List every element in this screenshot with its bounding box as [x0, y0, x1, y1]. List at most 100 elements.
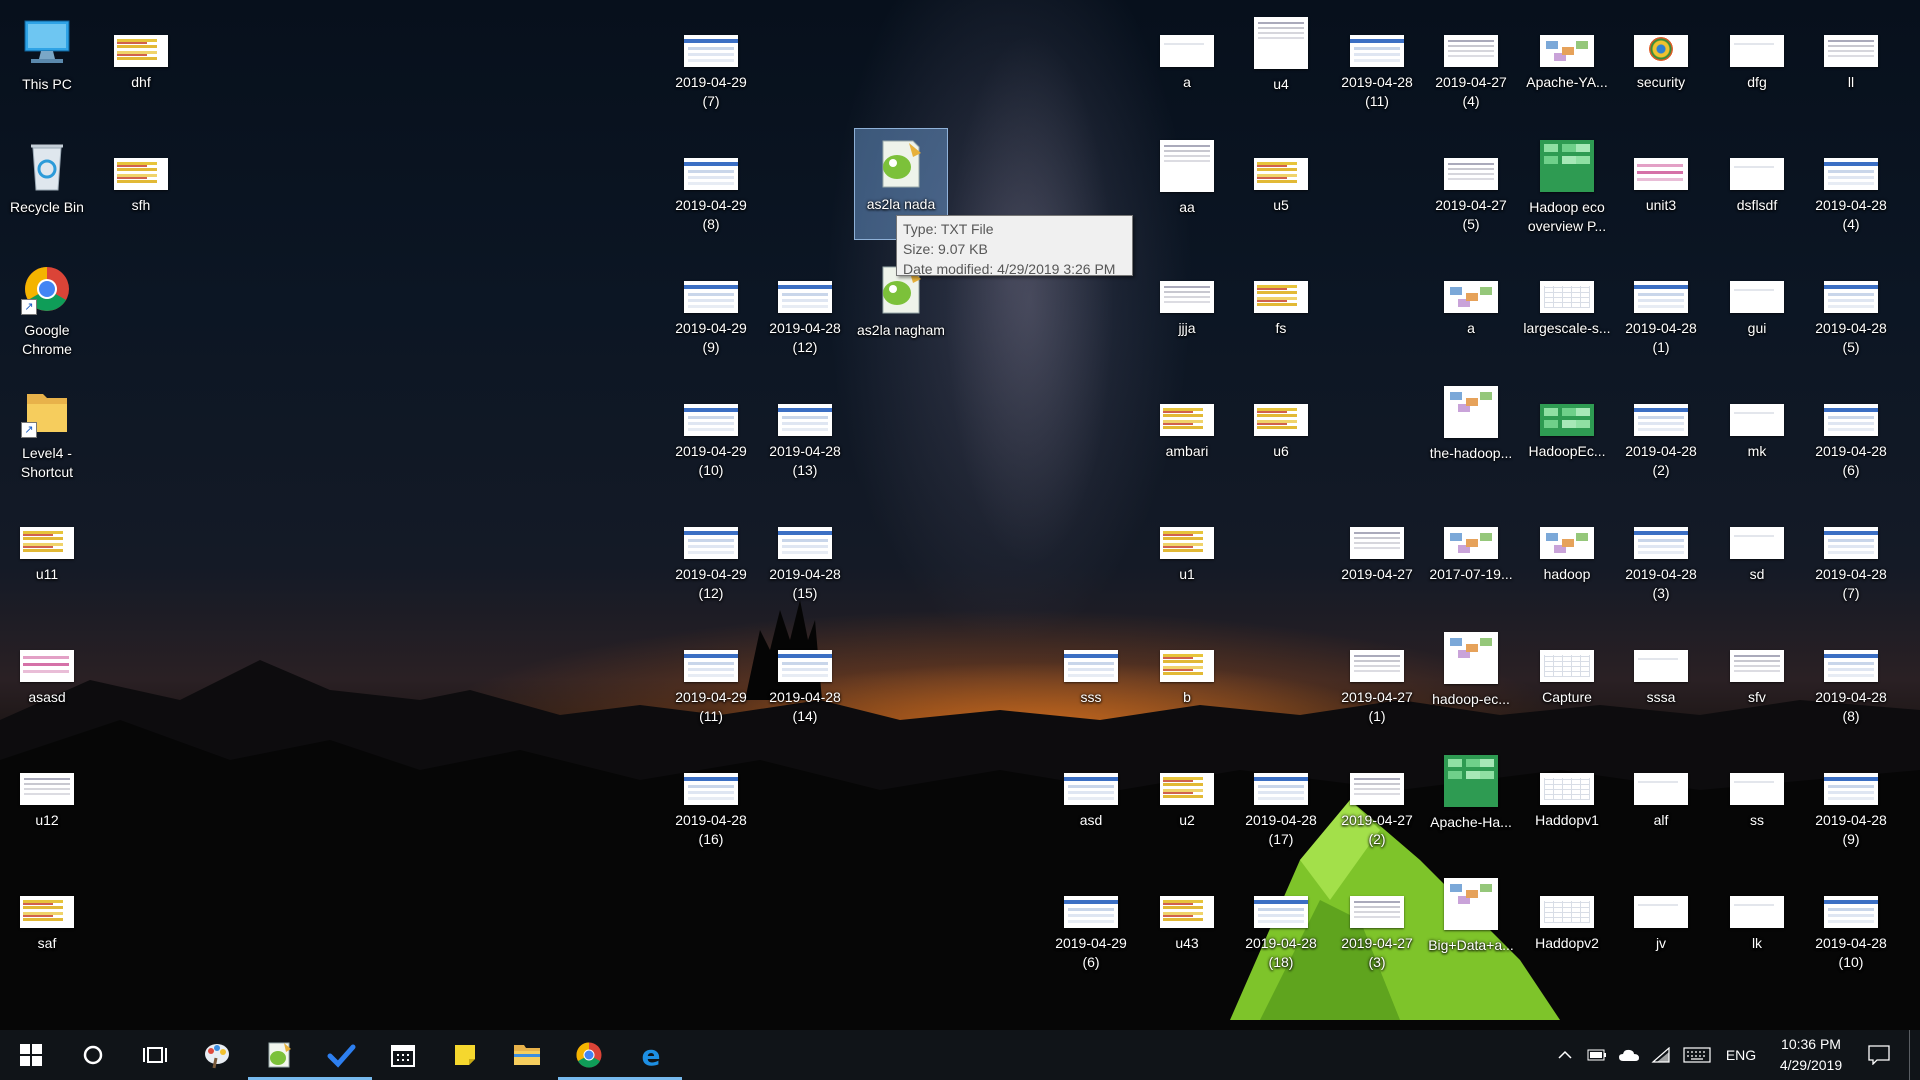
desktop-file-2019-04-28-14[interactable]: 2019-04-28 (14) [758, 623, 852, 735]
desktop-file-hadoopec[interactable]: HadoopEc... [1520, 377, 1614, 489]
show-hidden-icons-chevron-icon[interactable] [1549, 1030, 1581, 1080]
taskbar-file-explorer[interactable] [496, 1030, 558, 1080]
desktop-file-sss[interactable]: sss [1044, 623, 1138, 735]
desktop-file-u12[interactable]: u12 [0, 746, 94, 858]
desktop-file-2019-04-27-4[interactable]: 2019-04-27 (4) [1424, 8, 1518, 120]
desktop-file-2019-04-27[interactable]: 2019-04-27 [1330, 500, 1424, 612]
desktop-file-2019-04-29-7[interactable]: 2019-04-29 (7) [664, 8, 758, 120]
this-pc-icon[interactable]: This PC [0, 8, 94, 120]
desktop-file-2019-04-28-13[interactable]: 2019-04-28 (13) [758, 377, 852, 489]
desktop-file-saf[interactable]: saf [0, 869, 94, 981]
desktop[interactable]: This PC dhf Recycle Bin sfh ↗ Google Chr… [0, 0, 1920, 1030]
desktop-file-sssa[interactable]: sssa [1614, 623, 1708, 735]
desktop-file-aa[interactable]: aa [1140, 131, 1234, 243]
desktop-file-dsflsdf[interactable]: dsflsdf [1710, 131, 1804, 243]
desktop-file-2019-04-27-1[interactable]: 2019-04-27 (1) [1330, 623, 1424, 735]
clock[interactable]: 10:36 PM 4/29/2019 [1765, 1034, 1857, 1076]
desktop-file-2019-04-28-10[interactable]: 2019-04-28 (10) [1804, 869, 1898, 981]
desktop-file-haddopv1[interactable]: Haddopv1 [1520, 746, 1614, 858]
desktop-file-dhf[interactable]: dhf [94, 8, 188, 120]
wifi-icon[interactable] [1645, 1030, 1677, 1080]
recycle-bin-icon[interactable]: Recycle Bin [0, 131, 94, 243]
desktop-file-2019-04-29-12[interactable]: 2019-04-29 (12) [664, 500, 758, 612]
desktop-file-2019-04-29-6[interactable]: 2019-04-29 (6) [1044, 869, 1138, 981]
desktop-file-2019-04-28-9[interactable]: 2019-04-28 (9) [1804, 746, 1898, 858]
desktop-file-2019-04-27-5[interactable]: 2019-04-27 (5) [1424, 131, 1518, 243]
desktop-file-largescale[interactable]: largescale-s... [1520, 254, 1614, 366]
desktop-file-sd[interactable]: sd [1710, 500, 1804, 612]
google-chrome-shortcut[interactable]: ↗ Google Chrome [0, 254, 94, 366]
desktop-file-2019-04-28-18[interactable]: 2019-04-28 (18) [1234, 869, 1328, 981]
desktop-file-2019-04-28-4[interactable]: 2019-04-28 (4) [1804, 131, 1898, 243]
desktop-file-ambari[interactable]: ambari [1140, 377, 1234, 489]
desktop-file-2019-04-28-2[interactable]: 2019-04-28 (2) [1614, 377, 1708, 489]
desktop-file-sfv[interactable]: sfv [1710, 623, 1804, 735]
desktop-file-2019-04-27-2[interactable]: 2019-04-27 (2) [1330, 746, 1424, 858]
desktop-file-b[interactable]: b [1140, 623, 1234, 735]
taskbar-google-chrome[interactable] [558, 1030, 620, 1080]
desktop-file-u6[interactable]: u6 [1234, 377, 1328, 489]
desktop-file-u43[interactable]: u43 [1140, 869, 1234, 981]
desktop-file-2019-04-28-16[interactable]: 2019-04-28 (16) [664, 746, 758, 858]
desktop-file-2019-04-29-10[interactable]: 2019-04-29 (10) [664, 377, 758, 489]
desktop-file-2019-04-29-9[interactable]: 2019-04-29 (9) [664, 254, 758, 366]
desktop-file-2019-04-29-11[interactable]: 2019-04-29 (11) [664, 623, 758, 735]
desktop-file-a-2[interactable]: a [1424, 254, 1518, 366]
desktop-file-asd[interactable]: asd [1044, 746, 1138, 858]
cortana-search-button[interactable] [62, 1030, 124, 1080]
task-view-button[interactable] [124, 1030, 186, 1080]
desktop-file-2019-04-28-1[interactable]: 2019-04-28 (1) [1614, 254, 1708, 366]
desktop-file-hadoop-eco-overview[interactable]: Hadoop eco overview P... [1520, 131, 1614, 243]
desktop-file-2019-04-28-11[interactable]: 2019-04-28 (11) [1330, 8, 1424, 120]
taskbar-notepad-plus-plus[interactable] [248, 1030, 310, 1080]
desktop-file-jv[interactable]: jv [1614, 869, 1708, 981]
desktop-file-asasd[interactable]: asasd [0, 623, 94, 735]
desktop-file-security[interactable]: security [1614, 8, 1708, 120]
desktop-file-haddopv2[interactable]: Haddopv2 [1520, 869, 1614, 981]
taskbar-microsoft-edge[interactable]: e [620, 1030, 682, 1080]
desktop-file-u11[interactable]: u11 [0, 500, 94, 612]
desktop-file-big-data[interactable]: Big+Data+a... [1424, 869, 1518, 981]
desktop-file-2019-04-28-12[interactable]: 2019-04-28 (12) [758, 254, 852, 366]
desktop-file-u2[interactable]: u2 [1140, 746, 1234, 858]
taskbar-todo[interactable] [310, 1030, 372, 1080]
desktop-file-2019-04-29-8[interactable]: 2019-04-29 (8) [664, 131, 758, 243]
action-center-icon[interactable] [1857, 1030, 1901, 1080]
taskbar-calendar[interactable] [372, 1030, 434, 1080]
desktop-file-2019-04-28-17[interactable]: 2019-04-28 (17) [1234, 746, 1328, 858]
desktop-file-hadoop-ec[interactable]: hadoop-ec... [1424, 623, 1518, 735]
show-desktop-button[interactable] [1909, 1030, 1920, 1080]
taskbar-sticky-notes[interactable] [434, 1030, 496, 1080]
desktop-file-dfg[interactable]: dfg [1710, 8, 1804, 120]
desktop-file-u5[interactable]: u5 [1234, 131, 1328, 243]
desktop-file-capture[interactable]: Capture [1520, 623, 1614, 735]
desktop-file-jjja[interactable]: jjja [1140, 254, 1234, 366]
desktop-file-2017-07-19[interactable]: 2017-07-19... [1424, 500, 1518, 612]
desktop-file-apache-ya[interactable]: Apache-YA... [1520, 8, 1614, 120]
desktop-file-2019-04-28-6[interactable]: 2019-04-28 (6) [1804, 377, 1898, 489]
desktop-file-a[interactable]: a [1140, 8, 1234, 120]
level4-shortcut[interactable]: ↗ Level4 - Shortcut [0, 377, 94, 489]
desktop-file-u4[interactable]: u4 [1234, 8, 1328, 120]
desktop-file-2019-04-27-3[interactable]: 2019-04-27 (3) [1330, 869, 1424, 981]
input-language[interactable]: ENG [1717, 1030, 1765, 1080]
touch-keyboard-icon[interactable] [1677, 1030, 1717, 1080]
desktop-file-ll[interactable]: ll [1804, 8, 1898, 120]
desktop-file-u1[interactable]: u1 [1140, 500, 1234, 612]
desktop-file-sfh[interactable]: sfh [94, 131, 188, 243]
desktop-file-ss[interactable]: ss [1710, 746, 1804, 858]
taskbar-paint[interactable] [186, 1030, 248, 1080]
onedrive-cloud-icon[interactable] [1613, 1030, 1645, 1080]
desktop-file-the-hadoop[interactable]: the-hadoop... [1424, 377, 1518, 489]
desktop-file-2019-04-28-5[interactable]: 2019-04-28 (5) [1804, 254, 1898, 366]
desktop-file-2019-04-28-15[interactable]: 2019-04-28 (15) [758, 500, 852, 612]
desktop-file-gui[interactable]: gui [1710, 254, 1804, 366]
desktop-file-alf[interactable]: alf [1614, 746, 1708, 858]
start-button[interactable] [0, 1030, 62, 1080]
desktop-file-2019-04-28-7[interactable]: 2019-04-28 (7) [1804, 500, 1898, 612]
battery-icon[interactable] [1581, 1030, 1613, 1080]
desktop-file-apache-ha[interactable]: Apache-Ha... [1424, 746, 1518, 858]
desktop-file-2019-04-28-8[interactable]: 2019-04-28 (8) [1804, 623, 1898, 735]
desktop-file-2019-04-28-3[interactable]: 2019-04-28 (3) [1614, 500, 1708, 612]
desktop-file-hadoop[interactable]: hadoop [1520, 500, 1614, 612]
